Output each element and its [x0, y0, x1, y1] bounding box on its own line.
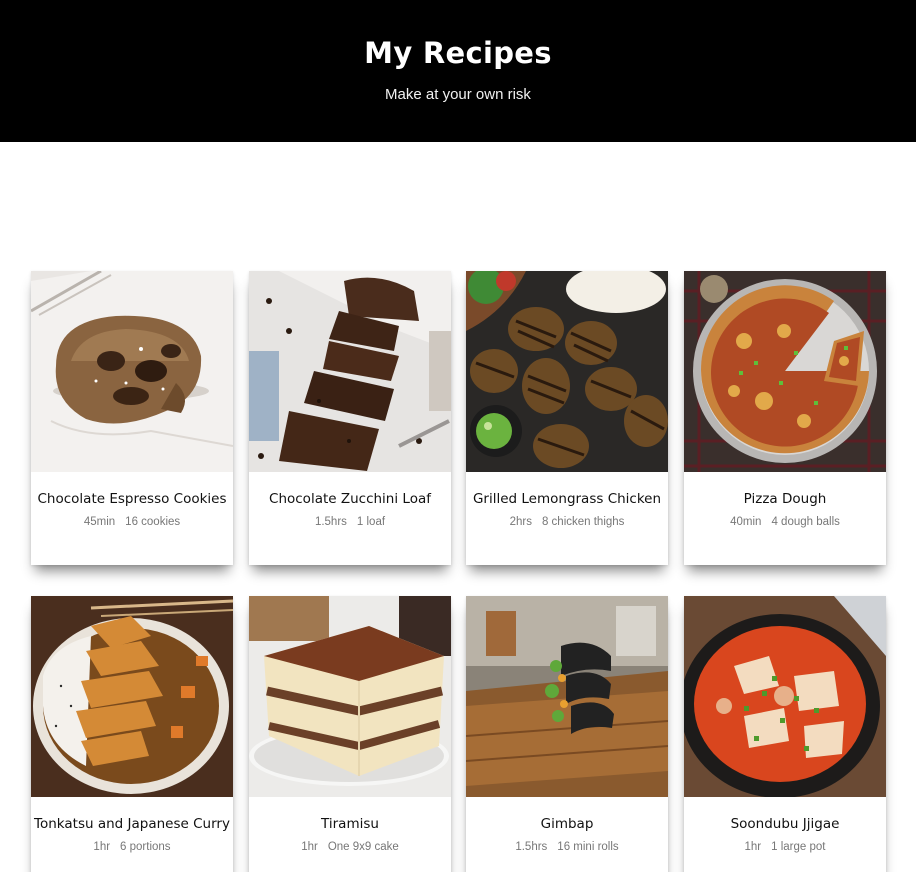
recipe-time: 40min — [730, 516, 762, 528]
recipe-meta: 1hr One 9x9 cake — [249, 841, 451, 853]
recipe-time: 1hr — [744, 841, 762, 853]
pizza-photo[interactable] — [684, 271, 886, 472]
recipe-time: 1hr — [93, 841, 111, 853]
site-header: My Recipes Make at your own risk — [0, 0, 916, 142]
cookie-photo[interactable] — [31, 271, 233, 472]
recipe-meta: 40min 4 dough balls — [684, 516, 886, 528]
recipe-time: 1.5hrs — [314, 516, 347, 528]
recipe-meta: 1hr 1 large pot — [684, 841, 886, 853]
recipe-time: 1.5hrs — [515, 841, 548, 853]
recipe-card[interactable]: Chocolate Espresso Cookies 45min 16 cooki… — [31, 271, 233, 565]
recipe-yield: 1 loaf — [356, 516, 386, 528]
stew-photo[interactable] — [684, 596, 886, 797]
curry-photo[interactable] — [31, 596, 233, 797]
recipe-time: 2hrs — [509, 516, 532, 528]
recipe-meta: 1hr 6 portions — [31, 841, 233, 853]
recipe-yield: 16 cookies — [125, 516, 181, 528]
recipe-card[interactable]: Tiramisu 1hr One 9x9 cake — [249, 596, 451, 872]
recipe-meta: 1.5hrs 16 mini rolls — [466, 841, 668, 853]
recipe-yield: 6 portions — [120, 841, 171, 853]
recipe-card[interactable]: Soondubu Jjigae 1hr 1 large pot — [684, 596, 886, 872]
recipe-yield: One 9x9 cake — [327, 841, 399, 853]
recipe-title[interactable]: Gimbap — [466, 816, 668, 832]
recipe-card[interactable]: Pizza Dough 40min 4 dough balls — [684, 271, 886, 565]
recipe-title[interactable]: Tiramisu — [249, 816, 451, 832]
recipe-yield: 16 mini rolls — [557, 841, 619, 853]
recipe-card[interactable]: Grilled Lemongrass Chicken 2hrs 8 chicken… — [466, 271, 668, 565]
recipe-title[interactable]: Soondubu Jjigae — [684, 816, 886, 832]
recipe-card[interactable]: Chocolate Zucchini Loaf 1.5hrs 1 loaf — [249, 271, 451, 565]
recipe-yield: 8 chicken thighs — [541, 516, 625, 528]
loaf-photo[interactable] — [249, 271, 451, 472]
recipe-card[interactable]: Tonkatsu and Japanese Curry 1hr 6 portion… — [31, 596, 233, 872]
recipe-time: 45min — [83, 516, 116, 528]
recipe-yield: 1 large pot — [771, 841, 826, 853]
recipe-title[interactable]: Grilled Lemongrass Chicken — [466, 491, 668, 507]
chicken-photo[interactable] — [466, 271, 668, 472]
recipe-title[interactable]: Chocolate Espresso Cookies — [31, 491, 233, 507]
recipe-title[interactable]: Chocolate Zucchini Loaf — [249, 491, 451, 507]
gimbap-photo[interactable] — [466, 596, 668, 797]
recipe-meta: 1.5hrs 1 loaf — [249, 516, 451, 528]
recipe-yield: 4 dough balls — [771, 516, 840, 528]
recipe-card[interactable]: Gimbap 1.5hrs 16 mini rolls — [466, 596, 668, 872]
recipe-title[interactable]: Pizza Dough — [684, 491, 886, 507]
recipe-time: 1hr — [301, 841, 318, 853]
recipe-meta: 45min 16 cookies — [31, 516, 233, 528]
recipe-meta: 2hrs 8 chicken thighs — [466, 516, 668, 528]
recipe-title[interactable]: Tonkatsu and Japanese Curry — [31, 816, 233, 832]
page-title: My Recipes — [364, 36, 552, 70]
tiramisu-photo[interactable] — [249, 596, 451, 797]
page-subtitle: Make at your own risk — [385, 86, 531, 103]
